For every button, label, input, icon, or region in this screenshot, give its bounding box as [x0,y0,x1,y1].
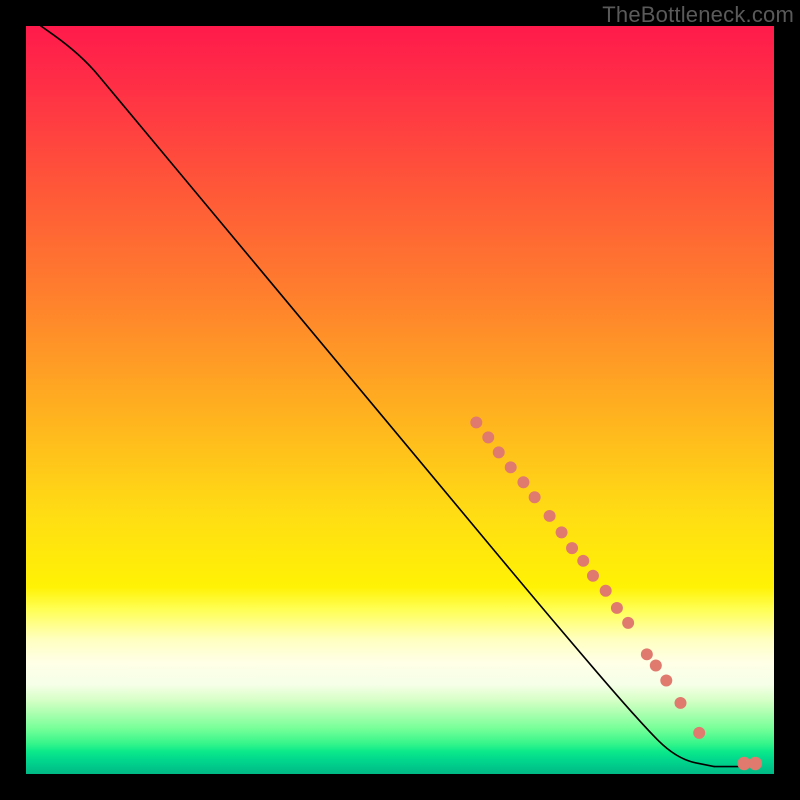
data-point [660,675,672,687]
data-point [587,570,599,582]
data-point [641,648,653,660]
data-point [622,617,634,629]
data-point [529,491,541,503]
points-layer [26,26,774,774]
chart-frame: TheBottleneck.com [0,0,800,800]
data-point [577,555,589,567]
watermark-label: TheBottleneck.com [602,2,794,28]
plot-area [26,26,774,774]
data-point [470,416,482,428]
data-point [749,757,762,770]
data-point [544,510,556,522]
data-point [566,542,578,554]
data-point [693,727,705,739]
data-point [556,526,568,538]
data-point [482,431,494,443]
data-point [517,476,529,488]
data-point [675,697,687,709]
data-point [611,602,623,614]
data-point [650,660,662,672]
data-point [600,585,612,597]
data-point [493,446,505,458]
data-point [505,461,517,473]
